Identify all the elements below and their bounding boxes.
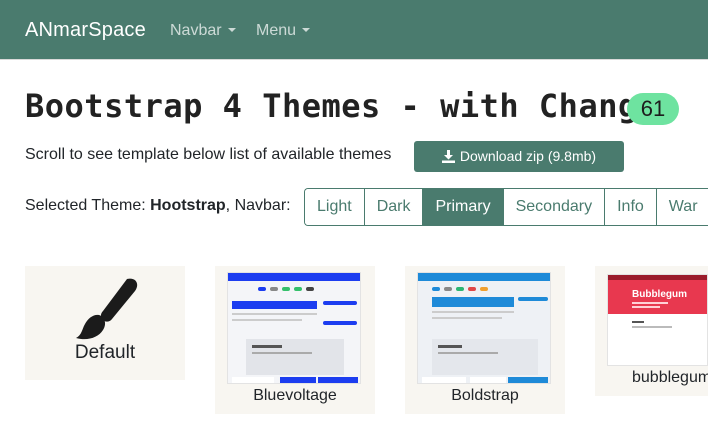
theme-thumbnail [227,272,361,384]
caret-down-icon [227,28,236,32]
theme-card-bubblegum[interactable]: Bubblegum bubblegum [595,266,708,396]
intro-text: Scroll to see template below list of ava… [25,146,392,163]
navbar-style-light[interactable]: Light [305,189,365,225]
top-navbar: ANmarSpace Navbar Menu [0,0,708,60]
download-label: Download zip (9.8mb) [459,148,597,164]
theme-thumbnail: Bubblegum [607,274,708,366]
navbar-style-secondary[interactable]: Secondary [503,189,606,225]
navbar-dropdown-label: Navbar [170,22,222,39]
theme-card-bluevoltage[interactable]: Bluevoltage [215,266,375,414]
paintbrush-icon [69,274,141,351]
theme-card-boldstrap[interactable]: Boldstrap [405,266,565,414]
theme-card-default[interactable]: Default [25,266,185,380]
navbar-dropdown-navbar[interactable]: Navbar [170,22,236,40]
navbar-style-primary[interactable]: Primary [423,189,504,225]
selected-prefix: Selected Theme: [25,197,151,214]
download-icon [441,143,455,174]
caret-down-icon [302,28,311,32]
selected-suffix: , Navbar: [225,197,291,214]
selected-theme-line: Selected Theme: Hootstrap, Navbar: [25,197,291,215]
theme-name: Default [74,342,136,363]
navbar-brand[interactable]: ANmarSpace [25,19,146,42]
page-title: Bootstrap 4 Themes - with Changer [25,87,678,125]
navbar-style-info[interactable]: Info [605,189,657,225]
download-zip-button[interactable]: Download zip (9.8mb) [414,141,624,172]
theme-count-badge: 61 [627,93,679,125]
bubblegum-thumb-title: Bubblegum [632,289,687,300]
navbar-dropdown-label: Menu [256,22,297,39]
theme-name: Boldstrap [451,387,519,404]
theme-name: bubblegum [632,369,708,386]
navbar-dropdown-menu[interactable]: Menu [256,22,311,40]
theme-name: Bluevoltage [253,387,337,404]
navbar-style-warning[interactable]: War [656,189,708,225]
selected-theme-name: Hootstrap [150,197,226,214]
theme-thumbnail [417,272,551,384]
navbar-style-group: Light Dark Primary Secondary Info War [304,188,708,226]
navbar-style-dark[interactable]: Dark [364,189,424,225]
